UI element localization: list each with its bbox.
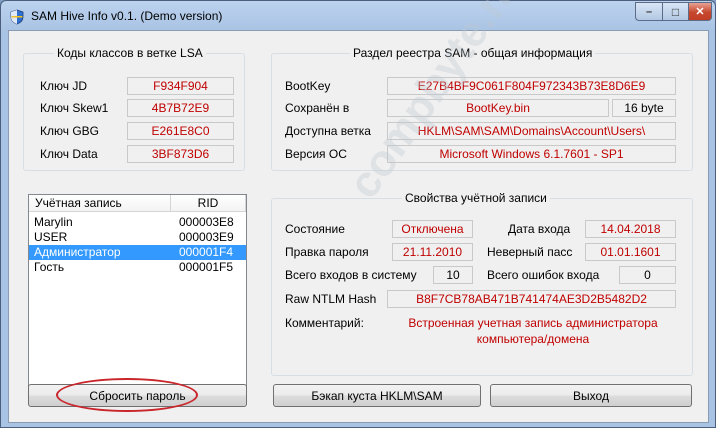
- column-header-account[interactable]: Учётная запись: [29, 195, 171, 212]
- account-name: Marylin: [34, 215, 73, 229]
- account-rid: 000003E8: [179, 215, 234, 229]
- maximize-button[interactable]: □: [662, 2, 688, 21]
- minimize-icon: –: [645, 5, 653, 18]
- account-rid: 000003E9: [179, 230, 234, 244]
- password-change-label: Правка пароля: [285, 245, 369, 259]
- ntlm-hash-value: B8F7CB78AB471B741474AE3D2B5482D2: [387, 290, 676, 308]
- shield-app-icon: [10, 9, 24, 25]
- account-row[interactable]: Marylin 000003E8: [29, 215, 246, 230]
- accounts-list[interactable]: Учётная запись RID Marylin 000003E8 USER…: [28, 194, 247, 401]
- ntlm-hash-label: Raw NTLM Hash: [285, 292, 377, 306]
- account-name: Администратор: [34, 245, 121, 259]
- exit-label: Выход: [573, 388, 609, 403]
- bad-password-label: Неверный пасс: [487, 245, 573, 259]
- bootkey-label: BootKey: [285, 79, 331, 93]
- minimize-button[interactable]: –: [635, 2, 662, 21]
- lsa-jd-label: Ключ JD: [40, 79, 87, 93]
- saved-size-value: 16 byte: [612, 99, 676, 117]
- account-row-selected[interactable]: Администратор 000001F4: [29, 245, 246, 260]
- lsa-skew1-label: Ключ Skew1: [40, 101, 109, 115]
- os-version-value: Microsoft Windows 6.1.7601 - SP1: [387, 145, 676, 163]
- exit-button[interactable]: Выход: [490, 384, 692, 407]
- account-row[interactable]: USER 000003E9: [29, 230, 246, 245]
- total-logins-value: 10: [433, 266, 473, 284]
- os-version-label: Версия ОС: [285, 147, 347, 161]
- column-header-account-label: Учётная запись: [35, 196, 122, 210]
- branch-label: Доступна ветка: [285, 124, 371, 138]
- account-props-title: Свойства учётной записи: [402, 191, 550, 205]
- password-change-value: 21.11.2010: [392, 243, 473, 261]
- lsa-gbg-label: Ключ GBG: [40, 124, 99, 138]
- lsa-gbg-value: E261E8C0: [127, 122, 234, 140]
- app-window: SAM Hive Info v0.1. (Demo version) – □ ✕…: [0, 0, 716, 428]
- bad-password-value: 01.01.1601: [585, 243, 676, 261]
- total-logins-label: Всего входов в систему: [285, 268, 417, 282]
- account-rid: 000001F5: [179, 260, 234, 274]
- saved-in-label: Сохранён в: [285, 101, 350, 115]
- highlight-oval: [56, 378, 198, 412]
- login-date-label: Дата входа: [508, 222, 571, 236]
- sam-group-title: Раздел реестра SAM - общая информация: [350, 46, 596, 60]
- close-icon: ✕: [695, 6, 705, 18]
- maximize-icon: □: [671, 4, 680, 19]
- comment-label: Комментарий:: [285, 316, 364, 330]
- lsa-jd-value: F934F904: [127, 77, 234, 95]
- account-name: Гость: [34, 260, 65, 274]
- state-label: Состояние: [285, 222, 345, 236]
- lsa-data-label: Ключ Data: [40, 147, 98, 161]
- column-header-rid[interactable]: RID: [171, 195, 246, 212]
- backup-hive-label: Бэкап куста HKLM\SAM: [311, 388, 443, 403]
- login-date-value: 14.04.2018: [585, 220, 676, 238]
- lsa-group-title: Коды классов в ветке LSA: [54, 46, 206, 60]
- title-bar[interactable]: SAM Hive Info v0.1. (Demo version) – □ ✕: [1, 1, 715, 31]
- backup-hive-button[interactable]: Бэкап куста HKLM\SAM: [273, 384, 481, 407]
- column-header-rid-label: RID: [197, 196, 219, 210]
- lsa-data-value: 3BF873D6: [127, 145, 234, 163]
- client-area: Коды классов в ветке LSA Ключ JD F934F90…: [8, 0, 709, 423]
- saved-file-value: BootKey.bin: [387, 99, 609, 117]
- state-value: Отключена: [392, 220, 473, 238]
- window-title: SAM Hive Info v0.1. (Demo version): [31, 9, 223, 23]
- branch-value: HKLM\SAM\SAM\Domains\Account\Users\: [387, 122, 676, 140]
- account-row[interactable]: Гость 000001F5: [29, 260, 246, 275]
- account-rid: 000001F4: [179, 245, 234, 259]
- comment-value: Встроенная учетная запись администратора…: [408, 316, 658, 346]
- close-button[interactable]: ✕: [688, 2, 712, 21]
- lsa-skew1-value: 4B7B72E9: [127, 99, 234, 117]
- account-name: USER: [34, 230, 68, 244]
- total-errors-label: Всего ошибок входа: [487, 268, 600, 282]
- bootkey-value: E27B4BF9C061F804F972343B73E8D6E9: [387, 77, 676, 95]
- total-errors-value: 0: [619, 266, 676, 284]
